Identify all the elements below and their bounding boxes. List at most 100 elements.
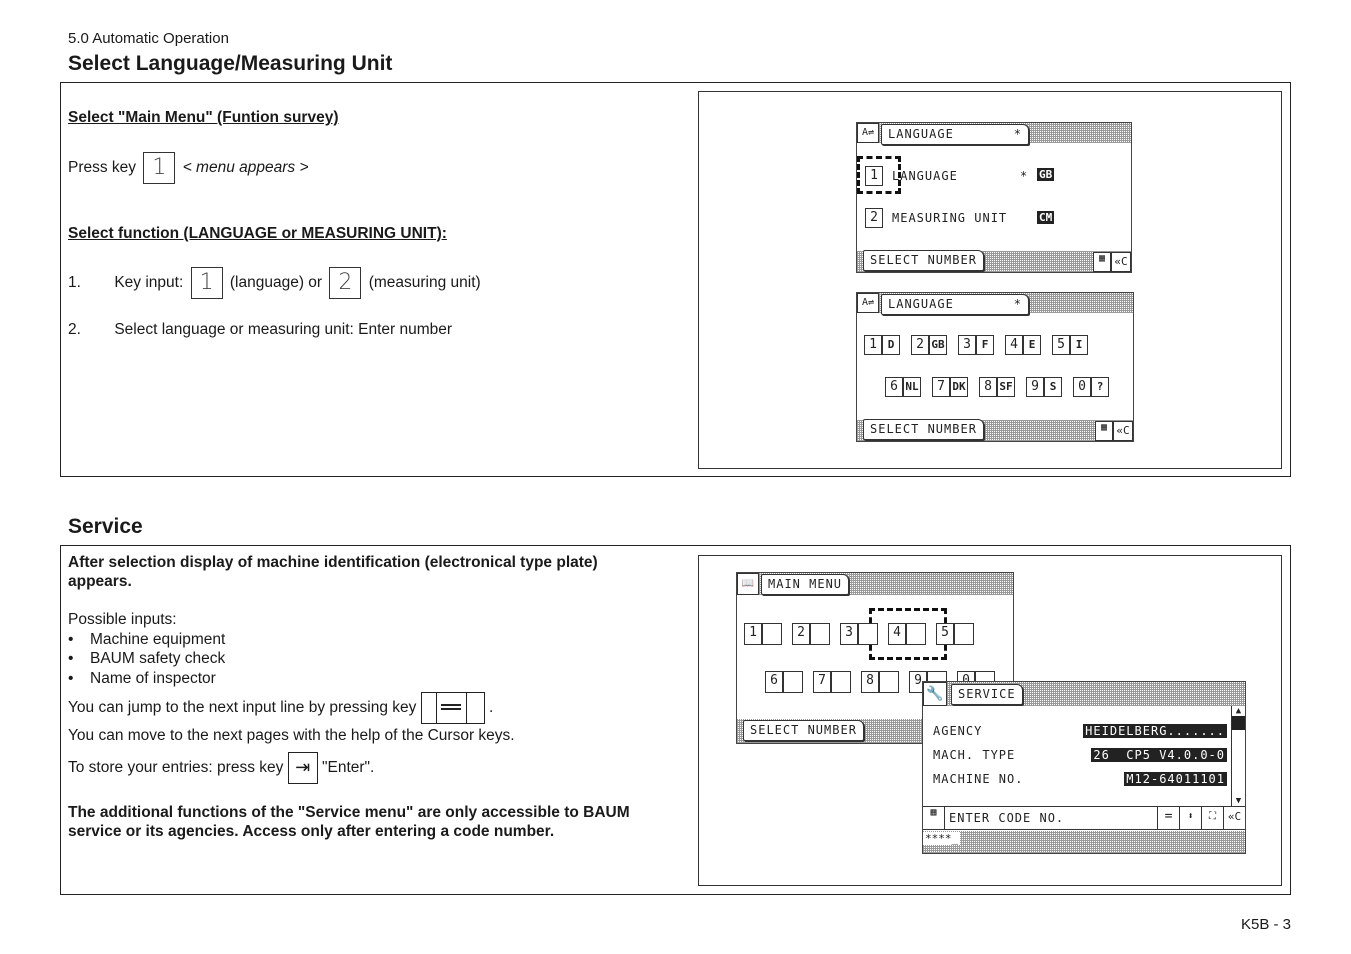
language-az-icon: A⇌ bbox=[857, 123, 879, 143]
menu-key-icon bbox=[954, 623, 974, 645]
menu-key[interactable]: 8 bbox=[861, 671, 899, 693]
key-1: 1 bbox=[143, 152, 176, 184]
lcd-title-tab: SERVICE bbox=[951, 684, 1023, 705]
menu-key-number: 5 bbox=[936, 623, 954, 645]
menu-key[interactable]: 1 bbox=[744, 623, 782, 645]
cursor-text: You can move to the next pages with the … bbox=[68, 727, 515, 744]
option-1-value: GB bbox=[1037, 168, 1055, 181]
mach-type-label: MACH. TYPE bbox=[933, 748, 1016, 762]
step-1-num: 1. bbox=[68, 274, 81, 292]
language-option[interactable]: 9S bbox=[1026, 377, 1062, 397]
language-option[interactable]: 8 SF bbox=[979, 377, 1015, 397]
press-key-line: Press key 1 < menu appears > bbox=[68, 152, 309, 184]
option-code: GB bbox=[929, 335, 947, 355]
menu-key-icon bbox=[783, 671, 803, 693]
option-code: D bbox=[882, 335, 900, 355]
lcd-title-star: * bbox=[1013, 127, 1022, 141]
list-item: Machine equipment bbox=[68, 630, 225, 650]
step-1-prefix: Key input: bbox=[114, 274, 184, 292]
menu-key-number: 3 bbox=[840, 623, 858, 645]
list-item: BAUM safety check bbox=[68, 649, 225, 669]
language-option[interactable]: 4E bbox=[1005, 335, 1041, 355]
enter-key-icon: ⇥ bbox=[287, 752, 318, 784]
language-option[interactable]: 2 GB bbox=[911, 335, 947, 355]
lcd-language-menu: A⇌ LANGUAGE * 1 LANGUAGE * GB 2 MEASURIN… bbox=[856, 122, 1132, 273]
step-2: 2. Select language or measuring unit: En… bbox=[68, 320, 452, 339]
clear-button[interactable]: «C bbox=[1113, 421, 1133, 441]
option-1-key[interactable]: 1 bbox=[865, 166, 883, 186]
lcd-title: LANGUAGE bbox=[888, 127, 954, 141]
lcd-footer-tab: SELECT NUMBER bbox=[863, 250, 984, 271]
menu-key-number: 4 bbox=[888, 623, 906, 645]
option-code: F bbox=[976, 335, 994, 355]
menu-key-number: 6 bbox=[765, 671, 783, 693]
lcd-title-tab: MAIN MENU bbox=[761, 574, 850, 595]
keypad-icon: ▦ bbox=[923, 807, 945, 829]
page-title: Select Language/Measuring Unit bbox=[68, 52, 393, 75]
menu-key-icon bbox=[810, 623, 830, 645]
clear-button[interactable]: «C bbox=[1223, 807, 1245, 829]
option-2-key[interactable]: 2 bbox=[865, 208, 883, 228]
updown-icon[interactable]: ⬍ bbox=[1179, 807, 1201, 829]
code-input-field[interactable]: ****_ bbox=[923, 831, 1245, 853]
store-line: To store your entries: press key ⇥ "Ente… bbox=[68, 752, 374, 784]
equals-button[interactable]: = bbox=[1157, 807, 1179, 829]
menu-key-number: 8 bbox=[861, 671, 879, 693]
press-key-suffix: < menu appears > bbox=[182, 159, 309, 177]
option-number: 6 bbox=[885, 377, 903, 397]
heading-select-main-menu: Select "Main Menu" (Funtion survey) bbox=[68, 109, 339, 126]
step-1-mid: (language) or bbox=[229, 274, 323, 292]
option-code: SF bbox=[997, 377, 1015, 397]
menu-key[interactable]: 4 bbox=[888, 623, 926, 645]
option-code: S bbox=[1044, 377, 1062, 397]
next-line-key bbox=[420, 692, 485, 724]
scroll-up-icon[interactable]: ▲ bbox=[1232, 706, 1245, 716]
language-option[interactable]: 6 NL bbox=[885, 377, 921, 397]
machine-no-label: MACHINE NO. bbox=[933, 772, 1024, 786]
keypad-icon: ▦ bbox=[1095, 421, 1113, 441]
service-section-title: Service bbox=[68, 515, 143, 538]
language-option[interactable]: 5I bbox=[1052, 335, 1088, 355]
code-input-value: ****_ bbox=[923, 832, 961, 845]
equals-icon bbox=[440, 704, 461, 710]
scrollbar[interactable]: ▲ ▼ bbox=[1231, 706, 1245, 806]
option-2-value: CM bbox=[1037, 211, 1055, 224]
key-1: 1 bbox=[190, 267, 223, 299]
expand-icon[interactable]: ⛶ bbox=[1201, 807, 1223, 829]
option-number: 8 bbox=[979, 377, 997, 397]
press-key-prefix: Press key bbox=[68, 159, 137, 177]
code-prompt: ENTER CODE NO. bbox=[949, 811, 1065, 825]
language-option[interactable]: 0? bbox=[1073, 377, 1109, 397]
menu-key-number: 2 bbox=[792, 623, 810, 645]
language-option[interactable]: 3F bbox=[958, 335, 994, 355]
language-az-icon: A⇌ bbox=[857, 293, 879, 313]
menu-key[interactable]: 3 bbox=[840, 623, 878, 645]
option-code: DK bbox=[950, 377, 968, 397]
clear-button[interactable]: «C bbox=[1111, 252, 1131, 272]
scroll-down-icon[interactable]: ▼ bbox=[1232, 796, 1245, 806]
menu-key-number: 1 bbox=[744, 623, 762, 645]
possible-inputs-label: Possible inputs: bbox=[68, 611, 177, 628]
menu-key[interactable]: 7 bbox=[813, 671, 851, 693]
option-number: 4 bbox=[1005, 335, 1023, 355]
jump-text: You can jump to the next input line by p… bbox=[68, 699, 417, 717]
step-1: 1. Key input: 1 (language) or 2 (measuri… bbox=[68, 267, 481, 299]
option-number: 5 bbox=[1052, 335, 1070, 355]
store-suffix: "Enter". bbox=[322, 759, 375, 777]
menu-key[interactable]: 2 bbox=[792, 623, 830, 645]
page-number: K5B - 3 bbox=[1240, 916, 1291, 933]
menu-key-icon bbox=[879, 671, 899, 693]
option-code: I bbox=[1070, 335, 1088, 355]
lcd-service: 🔧 SERVICE AGENCY HEIDELBERG....... MACH.… bbox=[922, 681, 1246, 854]
scroll-thumb[interactable] bbox=[1232, 716, 1245, 730]
lcd-language-options: A⇌ LANGUAGE * 1 D 2 GB 3 F 4 E 5 I 6 NL 7 DK 8 SF 9 S 0? … bbox=[856, 292, 1134, 442]
lcd-title-tab: LANGUAGE * bbox=[881, 294, 1029, 315]
service-note: The additional functions of the "Service… bbox=[68, 804, 630, 841]
lcd-title-star: * bbox=[1013, 297, 1022, 311]
menu-key[interactable]: 6 bbox=[765, 671, 803, 693]
jump-line: You can jump to the next input line by p… bbox=[68, 692, 493, 724]
language-option[interactable]: 1D bbox=[864, 335, 900, 355]
language-option[interactable]: 7 DK bbox=[932, 377, 968, 397]
wrench-icon: 🔧 bbox=[923, 682, 947, 706]
menu-key[interactable]: 5 bbox=[936, 623, 974, 645]
